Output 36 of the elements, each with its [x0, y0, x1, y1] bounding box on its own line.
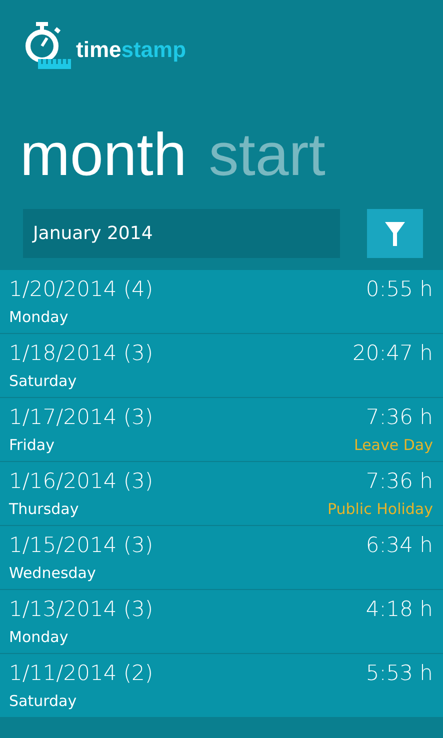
filter-icon: [385, 222, 405, 246]
logo-text: timestamp: [76, 37, 186, 63]
entry-duration: 6:34 h: [366, 532, 433, 559]
entry-row[interactable]: 1/16/2014 (3) 7:36 h Thursday Public Holiday: [0, 461, 443, 525]
entry-duration: 7:36 h: [366, 468, 433, 495]
entry-weekday: Thursday: [9, 499, 79, 520]
entry-weekday: Saturday: [9, 371, 77, 392]
entry-duration: 0:55 h: [366, 276, 433, 303]
entry-date: 1/11/2014 (2): [9, 660, 154, 687]
entry-duration: 20:47 h: [352, 340, 433, 367]
entry-date: 1/13/2014 (3): [9, 596, 154, 623]
entry-date: 1/17/2014 (3): [9, 404, 154, 431]
entry-row[interactable]: 1/17/2014 (3) 7:36 h Friday Leave Day: [0, 397, 443, 461]
entry-weekday: Saturday: [9, 691, 77, 712]
entry-duration: 5:53 h: [366, 660, 433, 687]
entry-weekday: Monday: [9, 627, 68, 648]
month-field[interactable]: January 2014: [23, 209, 340, 258]
entry-weekday: Monday: [9, 307, 68, 328]
filter-button[interactable]: [367, 209, 423, 258]
pivot-header[interactable]: month: [20, 120, 187, 196]
entry-row[interactable]: 1/15/2014 (3) 6:34 h Wednesday: [0, 525, 443, 589]
entry-duration: 4:18 h: [366, 596, 433, 623]
entry-date: 1/16/2014 (3): [9, 468, 154, 495]
entry-row[interactable]: 1/18/2014 (3) 20:47 h Saturday: [0, 333, 443, 397]
entry-weekday: Friday: [9, 435, 54, 456]
entry-note: Leave Day: [354, 435, 433, 456]
entry-weekday: Wednesday: [9, 563, 96, 584]
entry-date: 1/15/2014 (3): [9, 532, 154, 559]
entry-note: Public Holiday: [327, 499, 433, 520]
pivot-header[interactable]: start: [208, 120, 326, 196]
entry-row[interactable]: 1/13/2014 (3) 4:18 h Monday: [0, 589, 443, 653]
entry-date: 1/18/2014 (3): [9, 340, 154, 367]
entry-duration: 7:36 h: [366, 404, 433, 431]
entry-row[interactable]: 1/20/2014 (4) 0:55 h Monday: [0, 269, 443, 333]
entry-row[interactable]: 1/11/2014 (2) 5:53 h Saturday: [0, 653, 443, 717]
entry-date: 1/20/2014 (4): [9, 276, 154, 303]
